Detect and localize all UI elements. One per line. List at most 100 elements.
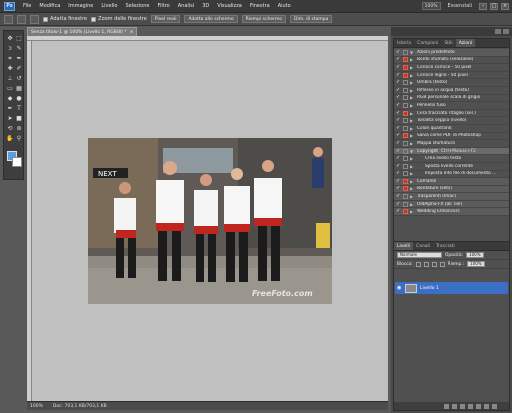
checkbox-box[interactable] [91,16,97,22]
hand-tool-icon[interactable]: ✋ [6,135,14,143]
toggle-check-icon[interactable]: ✓ [396,118,401,123]
menu-selezione[interactable]: Selezione [121,0,153,13]
action-row[interactable]: ✓ ▶ Cera tracciato ritaglio (sel.) [394,110,509,118]
menu-livello[interactable]: Livello [97,0,121,13]
dialog-toggle-icon[interactable] [403,49,408,55]
toggle-check-icon[interactable]: ✓ [396,171,401,176]
action-set-row[interactable]: ✓ ▶ Bordature (sets) [394,185,509,194]
toggle-check-icon[interactable]: ✓ [396,80,401,85]
zoom-tool-icon[interactable]: ⚲ [15,135,23,143]
toggle-check-icon[interactable]: ✓ [396,194,401,199]
zoom-level-dropdown[interactable]: 100% [421,2,441,10]
crop-tool-icon[interactable]: ⌗ [6,55,14,63]
eraser-tool-icon[interactable]: ▭ [6,85,14,93]
action-row[interactable]: ✓ ▶ RGB personale scala di grigio [394,95,509,103]
lasso-tool-icon[interactable]: ↄ [6,45,14,53]
checkbox-box[interactable] [43,16,48,22]
lock-position-icon[interactable] [431,261,437,267]
fill-field[interactable]: 100% [467,261,486,267]
action-set-row[interactable]: ✓ ▶ Comandi [394,178,509,186]
dodge-tool-icon[interactable]: ● [15,95,23,103]
adjustment-layer-icon[interactable] [468,403,473,409]
quick-select-tool-icon[interactable]: ✎ [15,45,23,53]
action-row[interactable]: ✓ ▶ Mappa sfumatura [394,140,509,148]
opacity-field[interactable]: 100% [466,252,485,258]
menu-visualizza[interactable]: Visualizza [213,0,246,13]
menu-analisi[interactable]: Analisi [174,0,198,13]
zoom-all-windows-checkbox[interactable]: Zoom delle finestre [91,16,147,22]
background-color-swatch[interactable] [12,157,22,167]
collapse-icon[interactable] [495,29,501,34]
action-row[interactable]: ✓ ▶ Tonalità seppia (livello) [394,117,509,125]
toggle-check-icon[interactable]: ✓ [396,140,401,146]
toggle-check-icon[interactable]: ✓ [396,102,401,108]
action-row[interactable]: ✓ ▶ Sposta livello corrente [394,163,509,171]
history-brush-tool-icon[interactable]: ↺ [15,75,23,83]
type-tool-icon[interactable]: T [15,105,23,113]
dialog-toggle-icon[interactable] [403,133,408,139]
minimize-button[interactable]: – [479,2,487,10]
layer-row[interactable]: ◉ Livello 1 [395,282,508,294]
move-tool-icon[interactable]: ✥ [6,35,14,43]
toggle-check-icon[interactable]: ✓ [396,201,401,207]
menu-3d[interactable]: 3D [198,0,213,13]
action-row[interactable]: ✓ ▶ Salva come PDF di Photoshop [394,133,509,141]
action-row[interactable]: ✓ ▶ Bordo sfumato (selezione) [394,57,509,65]
dialog-toggle-icon[interactable] [403,110,408,116]
tab-styles[interactable]: Stili [441,39,455,47]
actual-pixels-button[interactable]: Pixel reali [150,15,181,23]
gradient-tool-icon[interactable]: ▦ [15,85,23,93]
dialog-toggle-icon[interactable] [403,140,408,146]
action-set-row[interactable]: ✓ ▶ Trasparenti (Imac) [394,193,509,201]
tab-channels[interactable]: Canali [413,242,433,250]
dialog-toggle-icon[interactable] [403,148,408,154]
dialog-toggle-icon[interactable] [403,118,408,124]
toggle-check-icon[interactable]: ✓ [396,49,401,55]
panel-menu-icon[interactable] [503,29,509,34]
fill-screen-button[interactable]: Riempi schermo [241,15,286,23]
dialog-toggle-icon[interactable] [403,194,408,200]
delete-layer-icon[interactable] [492,403,497,409]
toggle-check-icon[interactable]: ✓ [396,148,401,154]
toggle-check-icon[interactable]: ✓ [396,87,401,93]
zoom-in-icon[interactable] [17,14,26,24]
dialog-toggle-icon[interactable] [403,57,408,63]
action-row[interactable]: ✓ ▶ Colori quadranti [394,125,509,133]
action-row[interactable]: ✓ ▼ Copyright Ctrl+Maiusc+F2 [394,147,509,156]
action-row[interactable]: ✓ ▶ Cornice cornice - 50 pixel [394,64,509,72]
menu-immagine[interactable]: Immagine [64,0,97,13]
menu-finestra[interactable]: Finestra [246,0,274,13]
action-row[interactable]: ✓ ▶ Crea livello testo [394,155,509,163]
dialog-toggle-icon[interactable] [403,163,408,169]
print-size-button[interactable]: Dim. di stampa [290,15,333,23]
dialog-toggle-icon[interactable] [403,156,408,162]
pen-tool-icon[interactable]: ✒ [6,105,14,113]
close-button[interactable]: × [501,2,509,10]
layer-style-icon[interactable] [452,403,457,409]
link-layers-icon[interactable] [444,403,449,409]
shape-tool-icon[interactable]: ■ [15,115,23,123]
dialog-toggle-icon[interactable] [403,95,408,101]
document-image[interactable]: NEXT [88,138,332,304]
workspace-switcher[interactable]: Essenziali [444,3,476,9]
close-document-icon[interactable]: × [130,30,134,35]
lock-transparent-icon[interactable] [415,261,421,267]
toggle-check-icon[interactable]: ✓ [396,57,401,62]
dialog-toggle-icon[interactable] [403,102,408,108]
menu-modifica[interactable]: Modifica [35,0,64,13]
toggle-check-icon[interactable]: ✓ [396,209,401,214]
eyedropper-tool-icon[interactable]: ✒ [15,55,23,63]
toggle-check-icon[interactable]: ✓ [396,95,401,100]
layer-mask-icon[interactable] [460,403,465,409]
layer-name[interactable]: Livello 1 [420,286,439,291]
dialog-toggle-icon[interactable] [403,201,408,207]
maximize-button[interactable]: □ [490,2,498,10]
stamp-tool-icon[interactable]: ⊥ [6,75,14,83]
marquee-tool-icon[interactable]: ⬚ [15,35,23,43]
brush-tool-icon[interactable]: ✐ [15,65,23,73]
toggle-check-icon[interactable]: ✓ [396,125,401,131]
zoom-out-icon[interactable] [30,14,39,24]
toggle-check-icon[interactable]: ✓ [396,72,401,78]
toggle-check-icon[interactable]: ✓ [396,186,401,191]
action-row[interactable]: ✓ ▶ Riflesso in acqua (testo) [394,87,509,95]
